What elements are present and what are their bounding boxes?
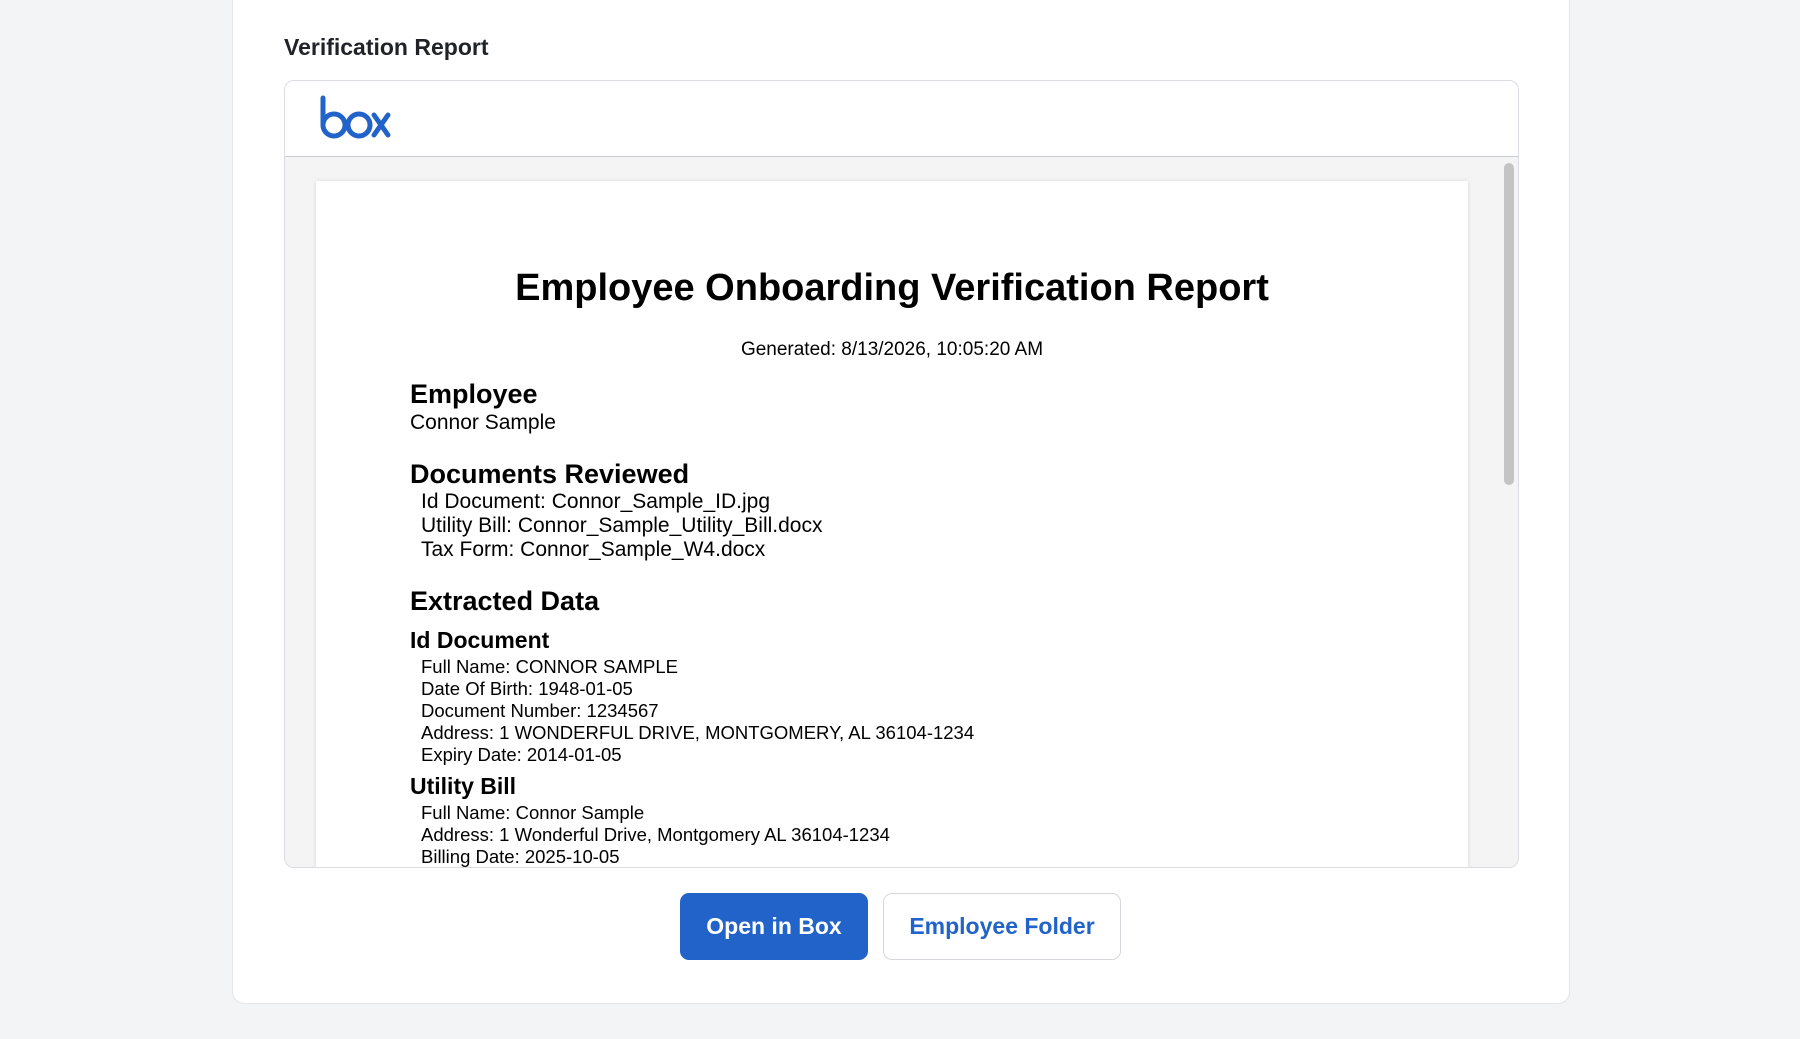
utility-field: Full Name: Connor Sample — [421, 802, 645, 823]
id-field: Date Of Birth: 1948-01-05 — [421, 678, 633, 699]
report-title: Employee Onboarding Verification Report — [515, 267, 1269, 309]
vertical-scrollbar[interactable] — [1498, 157, 1518, 867]
document-item: Tax Form: Connor_Sample_W4.docx — [421, 538, 766, 561]
section-title: Verification Report — [284, 34, 489, 60]
document-page: Employee Onboarding Verification Report … — [316, 181, 1468, 867]
document-item: Utility Bill: Connor_Sample_Utility_Bill… — [421, 514, 823, 537]
employee-heading: Employee — [410, 379, 538, 409]
viewer-header — [285, 81, 1518, 157]
id-field: Address: 1 WONDERFUL DRIVE, MONTGOMERY, … — [421, 722, 975, 743]
generated-timestamp: Generated: 8/13/2026, 10:05:20 AM — [740, 339, 1044, 360]
scrollbar-thumb[interactable] — [1504, 163, 1514, 485]
id-field: Expiry Date: 2014-01-05 — [421, 744, 622, 765]
document-scroll-area[interactable]: Employee Onboarding Verification Report … — [285, 157, 1518, 867]
utility-field: Address: 1 Wonderful Drive, Montgomery A… — [421, 824, 890, 845]
open-in-box-button[interactable]: Open in Box — [680, 893, 868, 960]
documents-heading: Documents Reviewed — [410, 459, 690, 489]
id-field: Document Number: 1234567 — [421, 700, 659, 721]
extracted-heading: Extracted Data — [410, 586, 600, 616]
utility-bill-heading: Utility Bill — [410, 773, 517, 799]
document-item: Id Document: Connor_Sample_ID.jpg — [421, 490, 771, 513]
box-preview-viewer: Employee Onboarding Verification Report … — [284, 80, 1519, 868]
employee-name: Connor Sample — [410, 411, 556, 434]
utility-field: Billing Date: 2025-10-05 — [421, 846, 620, 867]
id-field: Full Name: CONNOR SAMPLE — [421, 656, 678, 677]
employee-folder-button[interactable]: Employee Folder — [883, 893, 1121, 960]
box-logo — [320, 95, 391, 139]
id-document-heading: Id Document — [410, 627, 550, 653]
